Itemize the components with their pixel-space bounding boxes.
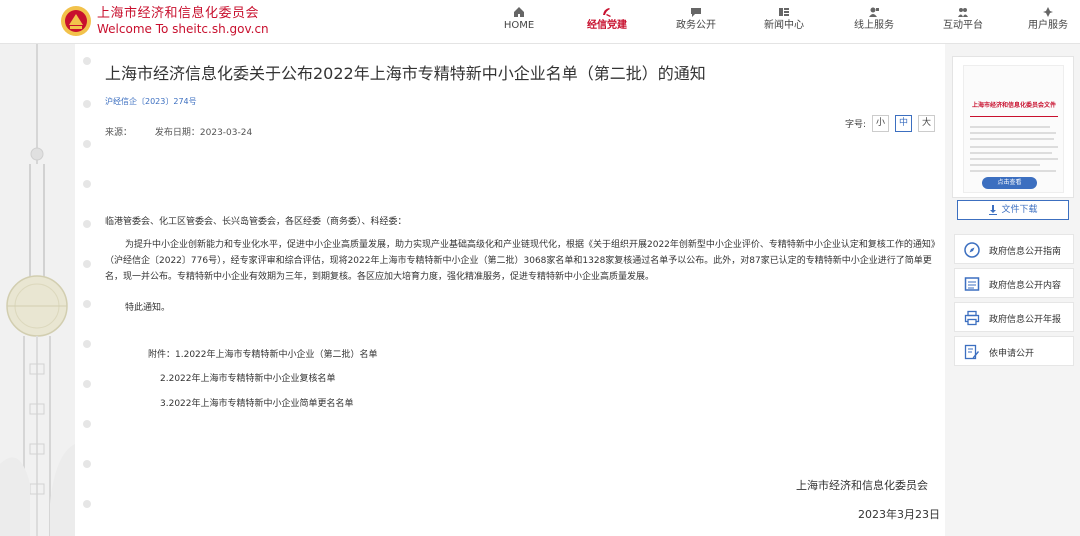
download-icon <box>989 204 998 215</box>
article-meta: 来源： 发布日期：2023-03-24 <box>105 125 252 138</box>
source-label: 来源： <box>105 128 133 138</box>
user-service-icon <box>869 7 879 17</box>
text-line <box>970 132 1056 134</box>
brand[interactable]: 上海市经济和信息化委员会 Welcome To sheitc.sh.gov.cn <box>97 6 269 36</box>
attachment-link-3[interactable]: 3.2022年上海市专精特新中小企业简单更名名单 <box>160 396 354 409</box>
addressee: 临港管委会、化工区管委会、长兴岛管委会，各区经委（商务委）、科经委： <box>105 217 407 227</box>
font-size-control: 字号: 小 中 大 <box>845 115 935 132</box>
user-icon <box>1043 7 1053 17</box>
font-size-medium-button[interactable]: 中 <box>895 115 912 132</box>
dot <box>83 460 91 468</box>
nav-label: HOME <box>503 20 535 31</box>
notice-closing: 特此通知。 <box>125 303 171 313</box>
dot <box>83 220 91 228</box>
sidebar-link-apply-disclosure[interactable]: 依申请公开 <box>954 336 1074 366</box>
article-body: 为提升中小企业创新能力和专业化水平，促进中小企业高质量发展，助力实现产业基础高级… <box>105 240 936 282</box>
dot <box>83 380 91 388</box>
sidebar-link-disclosure-guide[interactable]: 政府信息公开指南 <box>954 234 1074 264</box>
document-number: 沪经信企〔2023〕274号 <box>105 97 197 106</box>
brand-name-en: Welcome To sheitc.sh.gov.cn <box>97 22 269 36</box>
compass-icon <box>964 242 980 258</box>
text-line <box>970 126 1050 128</box>
attachment-link-1[interactable]: 附件：1.2022年上海市专精特新中小企业（第二批）名单 <box>148 347 378 360</box>
nav-label: 用户服务 <box>1028 20 1068 31</box>
dot <box>83 340 91 348</box>
font-size-label: 字号: <box>844 120 866 130</box>
party-emblem-icon <box>603 8 611 17</box>
news-icon <box>779 8 789 16</box>
dot <box>83 180 91 188</box>
nav-label: 互动平台 <box>943 20 983 31</box>
nav-gov-affairs[interactable]: 政务公开 <box>661 4 731 32</box>
nav-online-service[interactable]: 线上服务 <box>839 4 909 32</box>
dot <box>83 300 91 308</box>
text-line <box>970 152 1052 154</box>
dot <box>83 500 91 508</box>
dot <box>83 420 91 428</box>
font-size-small-button[interactable]: 小 <box>872 115 889 132</box>
nav-interaction[interactable]: 互动平台 <box>928 4 998 32</box>
dot <box>83 57 91 65</box>
list-doc-icon <box>964 277 980 291</box>
publish-date: 发布日期：2023-03-24 <box>154 128 253 138</box>
dot <box>83 100 91 108</box>
nav-label: 经信党建 <box>587 20 627 31</box>
site-header: 上海市经济和信息化委员会 Welcome To sheitc.sh.gov.cn… <box>0 0 1080 44</box>
sidebar-link-disclosure-content[interactable]: 政府信息公开内容 <box>954 268 1074 298</box>
interaction-icon <box>958 8 968 17</box>
document-preview[interactable]: 上海市经济和信息化委员会文件 点击查看 <box>952 56 1074 198</box>
sidebar-link-annual-report[interactable]: 政府信息公开年报 <box>954 302 1074 332</box>
article-panel: 上海市经济信息化委关于公布2022年上海市专精特新中小企业名单（第二批）的通知 … <box>75 44 945 536</box>
text-line <box>970 164 1040 166</box>
sign-date: 2023年3月23日 <box>858 508 940 521</box>
document-preview-page: 上海市经济和信息化委员会文件 <box>963 65 1064 193</box>
download-label: 文件下载 <box>1001 205 1038 215</box>
nav-party[interactable]: 经信党建 <box>572 4 642 32</box>
signature: 上海市经济和信息化委员会 <box>796 479 928 492</box>
file-download-button[interactable]: 文件下载 <box>957 200 1069 220</box>
sidebar-link-label: 政府信息公开内容 <box>989 281 1062 291</box>
oriental-pearl-tower-illustration <box>0 44 75 536</box>
sidebar-link-label: 政府信息公开指南 <box>989 247 1062 257</box>
nav-label: 新闻中心 <box>764 20 804 31</box>
edit-doc-icon <box>964 344 979 360</box>
font-size-large-button[interactable]: 大 <box>918 115 935 132</box>
nav-label: 线上服务 <box>854 20 894 31</box>
nav-label: 政务公开 <box>676 20 716 31</box>
attachment-link-2[interactable]: 2.2022年上海市专精特新中小企业复核名单 <box>160 371 336 384</box>
text-line <box>970 158 1058 160</box>
divider <box>970 116 1058 117</box>
nav-home[interactable]: HOME <box>484 4 554 32</box>
view-document-button[interactable]: 点击查看 <box>982 177 1037 189</box>
dot <box>83 140 91 148</box>
dot <box>83 260 91 268</box>
text-line <box>970 138 1054 140</box>
home-icon <box>514 7 524 17</box>
text-line <box>970 170 1056 172</box>
sidebar-link-label: 依申请公开 <box>989 349 1035 359</box>
text-line <box>970 146 1058 148</box>
brand-name-cn: 上海市经济和信息化委员会 <box>97 6 260 21</box>
sidebar-link-label: 政府信息公开年报 <box>989 315 1062 325</box>
document-preview-title: 上海市经济和信息化委员会文件 <box>971 102 1056 109</box>
nav-news[interactable]: 新闻中心 <box>749 4 819 32</box>
printer-icon <box>964 310 980 326</box>
emblem-logo-icon[interactable] <box>60 5 92 37</box>
chat-icon <box>691 8 701 17</box>
nav-user-service[interactable]: 用户服务 <box>1016 4 1080 32</box>
article-title: 上海市经济信息化委关于公布2022年上海市专精特新中小企业名单（第二批）的通知 <box>105 64 706 83</box>
